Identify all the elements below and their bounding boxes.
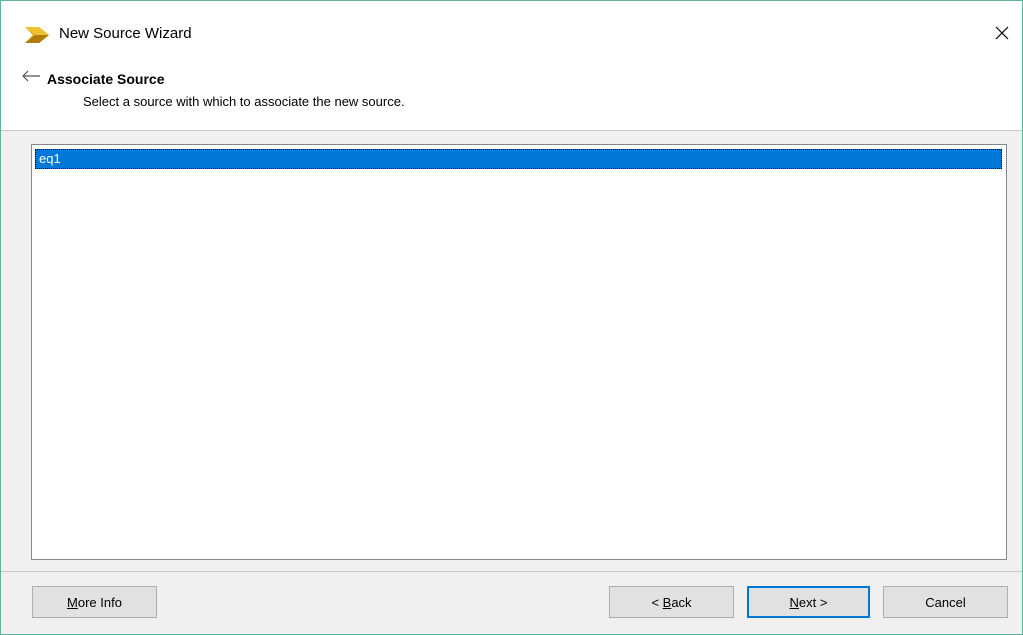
back-arrow-icon bbox=[22, 70, 40, 82]
page-heading: Associate Source bbox=[47, 71, 165, 87]
more-info-label: ore Info bbox=[77, 594, 122, 610]
next-label: ext > bbox=[798, 594, 828, 610]
button-bar: More Info < Back Next > Cancel bbox=[1, 572, 1022, 634]
page-subtitle: Select a source with which to associate … bbox=[83, 94, 405, 109]
source-list-item[interactable]: eq1 bbox=[35, 149, 1002, 169]
back-prefix: < bbox=[651, 594, 663, 610]
new-source-wizard-dialog: New Source Wizard Associate Source Selec… bbox=[0, 0, 1023, 635]
source-list[interactable]: eq1 bbox=[31, 144, 1007, 560]
vivado-chevron-icon bbox=[25, 27, 49, 43]
window-title: New Source Wizard bbox=[59, 25, 192, 42]
more-info-mnemonic: M bbox=[67, 594, 78, 610]
title-bar: New Source Wizard bbox=[1, 1, 1022, 65]
more-info-button[interactable]: More Info bbox=[32, 586, 157, 618]
cancel-button[interactable]: Cancel bbox=[883, 586, 1008, 618]
next-mnemonic: N bbox=[789, 594, 799, 610]
back-label: ack bbox=[671, 594, 692, 610]
wizard-content: eq1 bbox=[1, 131, 1022, 571]
back-button[interactable]: < Back bbox=[609, 586, 734, 618]
back-mnemonic: B bbox=[662, 594, 672, 610]
close-icon bbox=[995, 26, 1009, 40]
wizard-header: Associate Source Select a source with wh… bbox=[1, 65, 1022, 130]
close-button[interactable] bbox=[982, 13, 1022, 53]
next-button[interactable]: Next > bbox=[747, 586, 870, 618]
